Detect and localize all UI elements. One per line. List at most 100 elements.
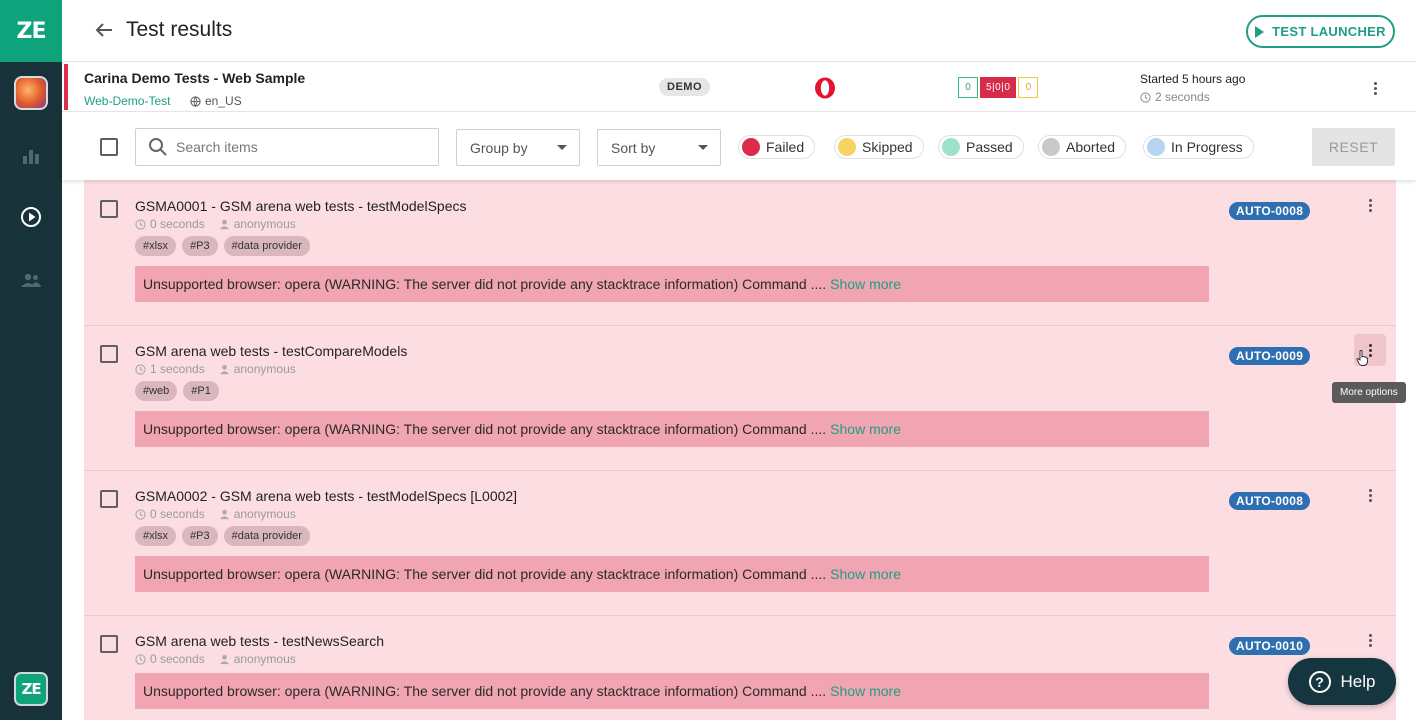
- test-duration: 1 seconds: [150, 362, 205, 376]
- project-avatar[interactable]: [14, 76, 48, 110]
- filter-passed[interactable]: Passed: [938, 135, 1024, 159]
- run-more-options-icon[interactable]: [1363, 76, 1387, 100]
- issue-badge[interactable]: AUTO-0008: [1229, 492, 1311, 510]
- test-owner: anonymous: [233, 507, 296, 521]
- run-stats: 0 5|0|0 0: [958, 77, 1039, 98]
- show-more-link[interactable]: Show more: [830, 566, 901, 582]
- show-more-link[interactable]: Show more: [830, 276, 901, 292]
- back-arrow-icon[interactable]: [92, 18, 116, 42]
- row-checkbox[interactable]: [100, 490, 118, 508]
- test-title[interactable]: GSMA0002 - GSM arena web tests - testMod…: [135, 488, 517, 504]
- dashboards-icon[interactable]: [17, 142, 45, 170]
- error-message: Unsupported browser: opera (WARNING: The…: [135, 411, 1209, 447]
- test-meta: 1 seconds anonymous: [135, 362, 296, 376]
- filter-toolbar: Group by Sort by Failed Skipped Passed A…: [62, 112, 1416, 180]
- chevron-down-icon: [698, 145, 708, 150]
- test-title[interactable]: GSMA0001 - GSM arena web tests - testMod…: [135, 198, 466, 214]
- test-owner: anonymous: [233, 362, 296, 376]
- select-all-checkbox[interactable]: [100, 138, 118, 156]
- reset-button[interactable]: RESET: [1312, 128, 1395, 166]
- clock-icon: [135, 363, 146, 375]
- hand-cursor-icon: [1356, 350, 1368, 366]
- opera-icon: [814, 77, 836, 99]
- app-logo-text: ZE: [16, 18, 47, 44]
- tag[interactable]: #P3: [182, 236, 218, 256]
- test-list-inner: GSMA0001 - GSM arena web tests - testMod…: [84, 180, 1396, 720]
- show-more-link[interactable]: Show more: [830, 421, 901, 437]
- help-label: Help: [1340, 671, 1376, 691]
- test-meta: 0 seconds anonymous: [135, 507, 296, 521]
- clock-icon: [135, 218, 146, 230]
- user-icon: [219, 364, 229, 374]
- error-message: Unsupported browser: opera (WARNING: The…: [135, 673, 1209, 709]
- test-duration: 0 seconds: [150, 652, 205, 666]
- filter-aborted[interactable]: Aborted: [1038, 135, 1127, 159]
- search-box[interactable]: [135, 128, 439, 166]
- test-row[interactable]: GSMA0001 - GSM arena web tests - testMod…: [84, 180, 1396, 326]
- tag[interactable]: #data provider: [223, 236, 310, 256]
- test-title[interactable]: GSM arena web tests - testNewsSearch: [135, 633, 384, 649]
- globe-icon: [190, 95, 201, 107]
- row-checkbox[interactable]: [100, 200, 118, 218]
- test-duration: 0 seconds: [150, 507, 205, 521]
- skipped-dot-icon: [838, 138, 856, 156]
- group-by-select[interactable]: Group by: [456, 129, 580, 166]
- show-more-link[interactable]: Show more: [830, 683, 901, 699]
- tag[interactable]: #data provider: [223, 526, 310, 546]
- filter-failed-label: Failed: [766, 139, 805, 155]
- tag[interactable]: #xlsx: [135, 526, 177, 546]
- row-checkbox[interactable]: [100, 635, 118, 653]
- play-icon: [1255, 25, 1265, 38]
- chevron-down-icon: [557, 145, 567, 150]
- issue-badge[interactable]: AUTO-0009: [1229, 347, 1311, 365]
- filter-aborted-label: Aborted: [1066, 139, 1116, 155]
- stat-failed: 5|0|0: [980, 77, 1017, 98]
- help-icon: ?: [1308, 670, 1331, 693]
- error-text: Unsupported browser: opera (WARNING: The…: [143, 683, 827, 699]
- issue-badge[interactable]: AUTO-0008: [1229, 202, 1311, 220]
- more-options-icon[interactable]: [1358, 193, 1382, 217]
- more-options-tooltip: More options: [1332, 382, 1406, 403]
- help-button[interactable]: ? Help: [1288, 658, 1396, 705]
- issue-badge[interactable]: AUTO-0010: [1229, 637, 1311, 655]
- test-runs-icon[interactable]: [17, 203, 45, 231]
- test-row[interactable]: GSM arena web tests - testCompareModels …: [84, 326, 1396, 471]
- run-info-bar: Carina Demo Tests - Web Sample Web-Demo-…: [62, 62, 1416, 112]
- user-icon: [219, 509, 229, 519]
- sort-by-select[interactable]: Sort by: [597, 129, 721, 166]
- run-job-link[interactable]: Web-Demo-Test: [84, 94, 170, 108]
- more-options-icon[interactable]: [1358, 628, 1382, 652]
- stat-skipped: 0: [1018, 77, 1039, 98]
- page-title: Test results: [126, 18, 233, 41]
- filter-in-progress[interactable]: In Progress: [1143, 135, 1254, 159]
- group-by-label: Group by: [470, 139, 528, 156]
- members-icon[interactable]: [17, 267, 45, 295]
- test-launcher-button[interactable]: TEST LAUNCHER: [1246, 15, 1395, 48]
- run-name: Carina Demo Tests - Web Sample: [84, 70, 306, 86]
- more-options-icon[interactable]: [1358, 483, 1382, 507]
- passed-dot-icon: [942, 138, 960, 156]
- test-duration: 0 seconds: [150, 217, 205, 231]
- tag[interactable]: #P1: [183, 381, 219, 401]
- run-locale: en_US: [190, 94, 242, 108]
- filter-failed[interactable]: Failed: [738, 135, 816, 159]
- user-icon: [219, 219, 229, 229]
- row-checkbox[interactable]: [100, 345, 118, 363]
- run-started: Started 5 hours ago: [1140, 72, 1246, 86]
- filter-skipped[interactable]: Skipped: [834, 135, 924, 159]
- bottom-logo[interactable]: ZE: [14, 672, 48, 706]
- run-locale-text: en_US: [205, 94, 242, 108]
- in-progress-dot-icon: [1147, 138, 1165, 156]
- app-logo[interactable]: ZE: [0, 0, 62, 62]
- test-row[interactable]: GSMA0002 - GSM arena web tests - testMod…: [84, 471, 1396, 616]
- search-input[interactable]: [176, 139, 426, 155]
- test-row[interactable]: GSM arena web tests - testNewsSearch 0 s…: [84, 616, 1396, 720]
- test-tags: #xlsx #P3 #data provider: [135, 526, 310, 546]
- test-meta: 0 seconds anonymous: [135, 652, 296, 666]
- test-list: GSMA0001 - GSM arena web tests - testMod…: [62, 180, 1416, 720]
- test-owner: anonymous: [233, 652, 296, 666]
- tag[interactable]: #xlsx: [135, 236, 177, 256]
- tag[interactable]: #web: [135, 381, 178, 401]
- tag[interactable]: #P3: [182, 526, 218, 546]
- test-title[interactable]: GSM arena web tests - testCompareModels: [135, 343, 407, 359]
